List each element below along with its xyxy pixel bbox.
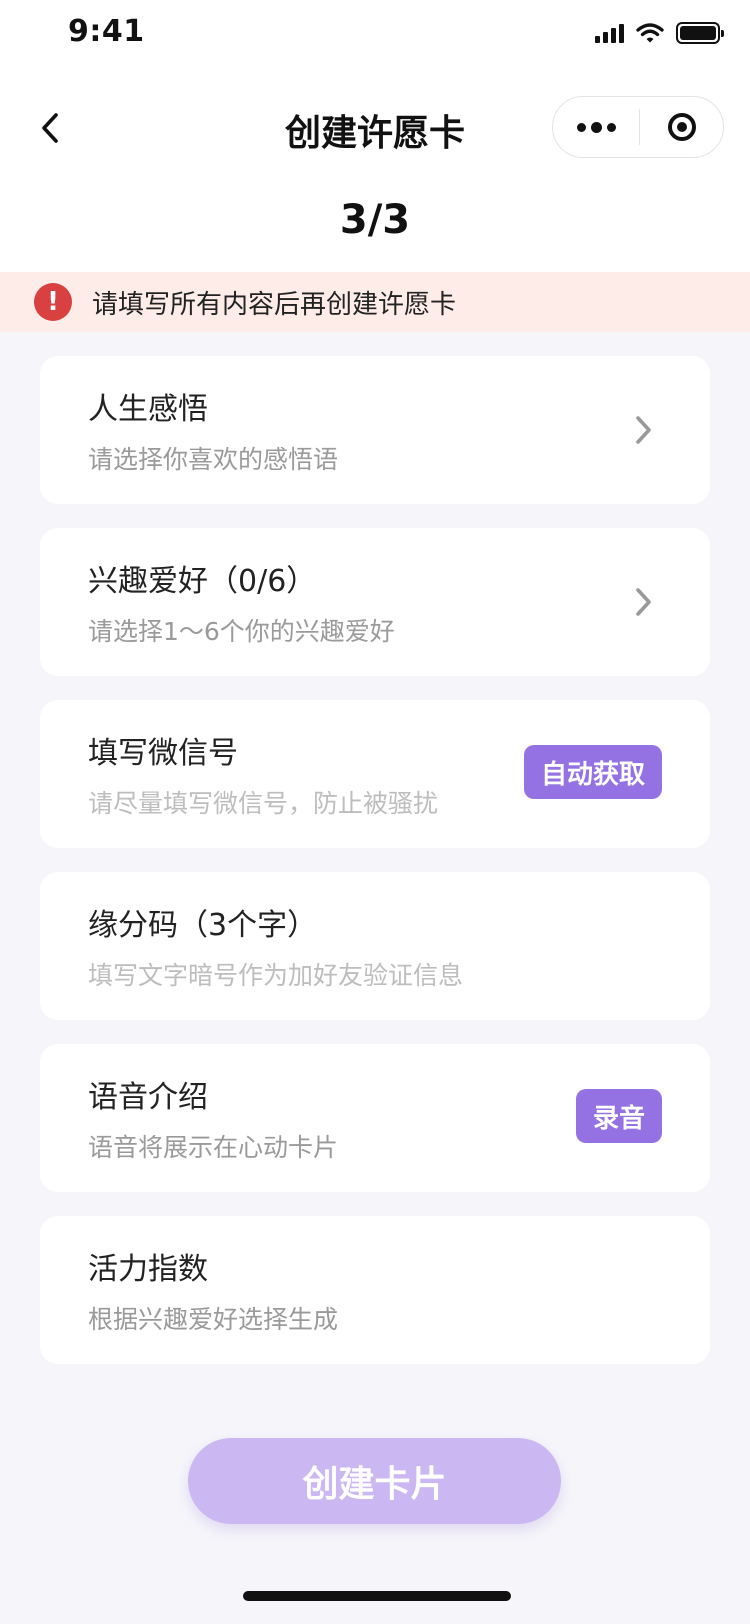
alert-icon: ! — [34, 283, 72, 321]
home-indicator — [243, 1591, 511, 1601]
chevron-right-icon — [636, 588, 651, 616]
card-wechat-id: 填写微信号 请尽量填写微信号，防止被骚扰 自动获取 — [40, 700, 710, 848]
fate-code-input[interactable]: 填写文字暗号作为加好友验证信息 — [88, 956, 463, 992]
status-icons — [595, 18, 724, 48]
create-card-button[interactable]: 创建卡片 — [188, 1438, 561, 1524]
wechat-id-input[interactable]: 请尽量填写微信号，防止被骚扰 — [88, 784, 438, 820]
status-time: 9:41 — [68, 14, 145, 49]
battery-icon — [676, 22, 724, 44]
alert-banner: ! 请填写所有内容后再创建许愿卡 — [0, 272, 750, 332]
card-title: 兴趣爱好（0/6） — [88, 564, 317, 599]
card-hobbies[interactable]: 兴趣爱好（0/6） 请选择1～6个你的兴趣爱好 — [40, 528, 710, 676]
card-subtitle: 根据兴趣爱好选择生成 — [88, 1305, 339, 1334]
card-title: 语音介绍 — [88, 1080, 208, 1115]
card-subtitle: 请选择1～6个你的兴趣爱好 — [88, 617, 395, 646]
card-life-insight[interactable]: 人生感悟 请选择你喜欢的感悟语 — [40, 356, 710, 504]
card-title: 填写微信号 — [88, 736, 238, 771]
record-button[interactable]: 录音 — [575, 1089, 662, 1143]
miniprogram-capsule — [552, 96, 724, 158]
close-target-icon[interactable] — [639, 97, 725, 157]
card-subtitle: 语音将展示在心动卡片 — [88, 1133, 339, 1162]
signal-icon — [595, 23, 624, 43]
auto-fetch-button[interactable]: 自动获取 — [523, 745, 662, 799]
more-icon[interactable] — [553, 97, 639, 157]
top-area: 9:41 创建许愿卡 3/3 — [0, 0, 750, 272]
card-fate-code: 缘分码（3个字） 填写文字暗号作为加好友验证信息 — [40, 872, 710, 1020]
card-vitality-index: 活力指数 根据兴趣爱好选择生成 — [40, 1216, 710, 1364]
card-voice-intro: 语音介绍 语音将展示在心动卡片 录音 — [40, 1044, 710, 1192]
card-title: 人生感悟 — [88, 392, 208, 427]
chevron-right-icon — [636, 416, 651, 444]
card-title: 活力指数 — [88, 1252, 208, 1287]
card-title: 缘分码（3个字） — [88, 908, 318, 943]
wifi-icon — [636, 23, 664, 43]
card-subtitle: 请选择你喜欢的感悟语 — [88, 445, 339, 474]
alert-text: 请填写所有内容后再创建许愿卡 — [92, 289, 457, 320]
step-indicator: 3/3 — [339, 197, 411, 243]
